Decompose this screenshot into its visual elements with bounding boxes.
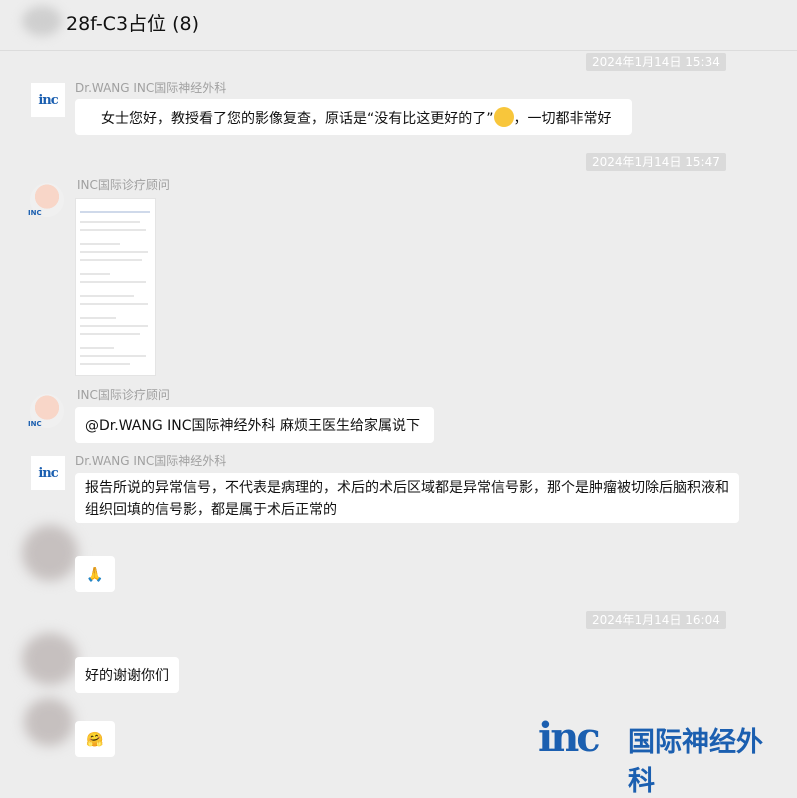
- sender-name: INC国际诊疗顾问: [77, 388, 170, 402]
- hug-emoji-icon: 🤗: [86, 732, 104, 748]
- message-bubble[interactable]: 报告所说的异常信号，不代表是病理的，术后的术后区域都是异常信号影，那个是肿瘤被切…: [75, 473, 739, 523]
- message-bubble[interactable]: 好的谢谢你们: [75, 657, 179, 693]
- timestamp: 2024年1月14日 15:47: [586, 153, 726, 171]
- sender-name: Dr.WANG INC国际神经外科: [75, 454, 227, 468]
- message-text: 报告所说的异常信号，不代表是病理的，术后的术后区域都是异常信号影，那个是肿瘤被切…: [85, 480, 729, 518]
- avatar-badge: INC: [28, 209, 42, 217]
- message-bubble[interactable]: 女士您好，教授看了您的影像复查，原话是“没有比这更好的了” ，一切都非常好: [75, 99, 632, 135]
- avatar-badge: INC: [28, 420, 42, 428]
- inc-logo-icon: inc: [538, 714, 601, 761]
- timestamp: 2024年1月14日 15:34: [586, 53, 726, 71]
- avatar[interactable]: INC: [28, 183, 64, 217]
- group-avatar[interactable]: [22, 6, 62, 36]
- message-bubble[interactable]: 🤗: [75, 721, 115, 757]
- sender-name: Dr.WANG INC国际神经外科: [75, 81, 227, 95]
- avatar[interactable]: [22, 633, 78, 685]
- message-text: 女士您好，教授看了您的影像复查，原话是“没有比这更好的了”: [101, 111, 494, 127]
- message-text: @Dr.WANG INC国际神经外科 麻烦王医生给家属说下: [85, 418, 420, 434]
- grin-emoji-icon: [493, 107, 514, 127]
- chat-header: 28f-C3占位 (8): [0, 0, 797, 51]
- inc-logo-icon: inc: [38, 92, 58, 108]
- sender-name: INC国际诊疗顾问: [77, 178, 170, 192]
- avatar[interactable]: INC: [28, 394, 64, 428]
- message-text-suffix: ，一切都非常好: [513, 111, 612, 127]
- chat-title[interactable]: 28f-C3占位 (8): [66, 9, 199, 36]
- message-bubble[interactable]: @Dr.WANG INC国际神经外科 麻烦王医生给家属说下: [75, 407, 434, 443]
- avatar[interactable]: [24, 698, 74, 746]
- pray-emoji-icon: 🙏: [86, 567, 104, 583]
- timestamp: 2024年1月14日 16:04: [586, 611, 726, 629]
- watermark-text: 国际神经外科: [628, 727, 763, 797]
- avatar[interactable]: inc: [31, 83, 65, 117]
- message-bubble[interactable]: 🙏: [75, 556, 115, 592]
- inc-logo-icon: inc: [38, 465, 58, 481]
- message-text: 好的谢谢你们: [85, 668, 169, 684]
- image-message-thumbnail[interactable]: [75, 198, 156, 376]
- avatar[interactable]: [22, 525, 78, 581]
- watermark-logo: inc 国际神经外科: [538, 714, 788, 798]
- avatar[interactable]: inc: [31, 456, 65, 490]
